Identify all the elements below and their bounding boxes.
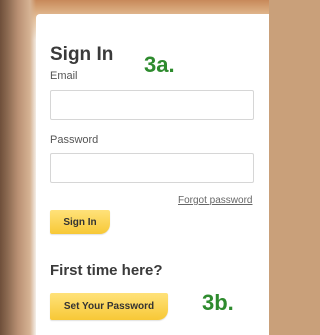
- email-label: Email: [50, 70, 78, 82]
- first-time-heading: First time here?: [50, 262, 163, 279]
- password-label: Password: [50, 134, 99, 146]
- password-field[interactable]: [50, 153, 254, 183]
- signin-card: Sign In 3a. Email Password Forgot passwo…: [36, 14, 269, 335]
- sign-in-button[interactable]: Sign In: [50, 210, 110, 234]
- step-annotation-3b: 3b.: [202, 290, 234, 315]
- page-title: Sign In: [50, 44, 114, 65]
- step-annotation-3a: 3a.: [144, 52, 175, 77]
- forgot-password-link[interactable]: Forgot password: [178, 195, 252, 206]
- email-field[interactable]: [50, 90, 254, 120]
- set-password-button[interactable]: Set Your Password: [50, 293, 168, 320]
